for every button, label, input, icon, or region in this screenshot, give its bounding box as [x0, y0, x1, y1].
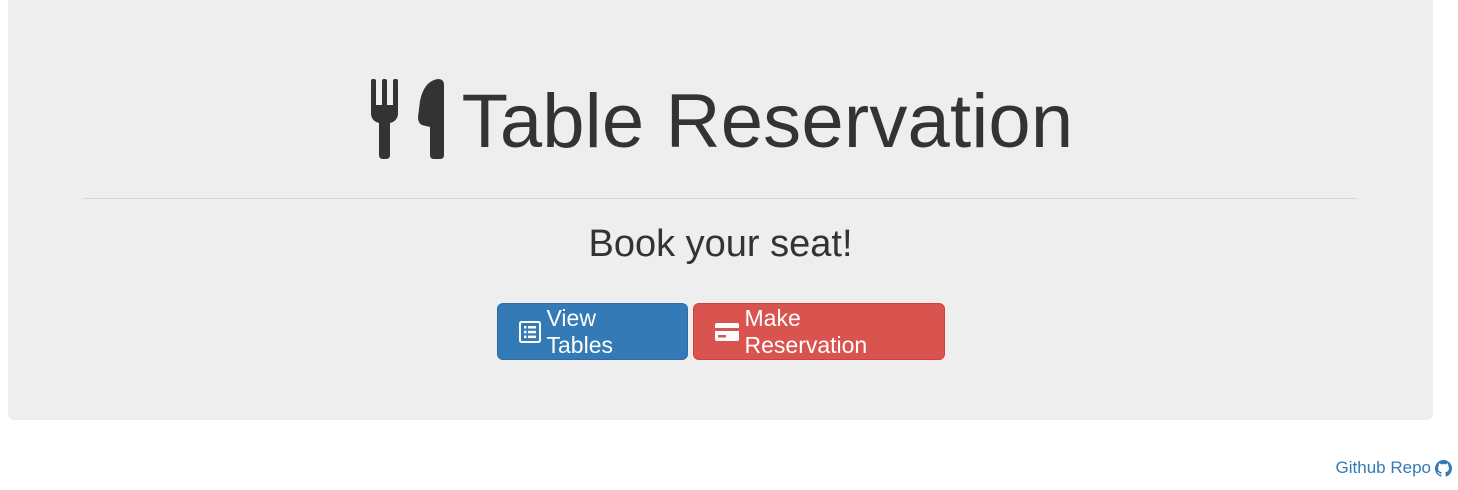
github-icon [1435, 459, 1452, 477]
list-alt-icon [518, 320, 541, 343]
view-tables-label: View Tables [546, 304, 613, 358]
credit-card-icon [714, 322, 739, 341]
make-reservation-button[interactable]: Make Reservation [692, 303, 945, 360]
github-repo-label: Github Repo [1335, 458, 1431, 477]
subtitle: Book your seat! [588, 223, 853, 265]
divider [83, 198, 1357, 199]
title-text: Table Reservation [461, 79, 1074, 164]
cutlery-icon [370, 79, 444, 159]
view-tables-button[interactable]: View Tables [496, 303, 688, 360]
page-title: Table Reservation [8, 72, 1433, 172]
action-buttons: View Tables Make Reservation [8, 303, 1433, 360]
github-repo-link[interactable]: Github Repo [1336, 458, 1452, 478]
jumbotron: Table Reservation Book your seat! View T… [8, 0, 1433, 420]
make-reservation-label: Make Reservation [744, 304, 868, 358]
